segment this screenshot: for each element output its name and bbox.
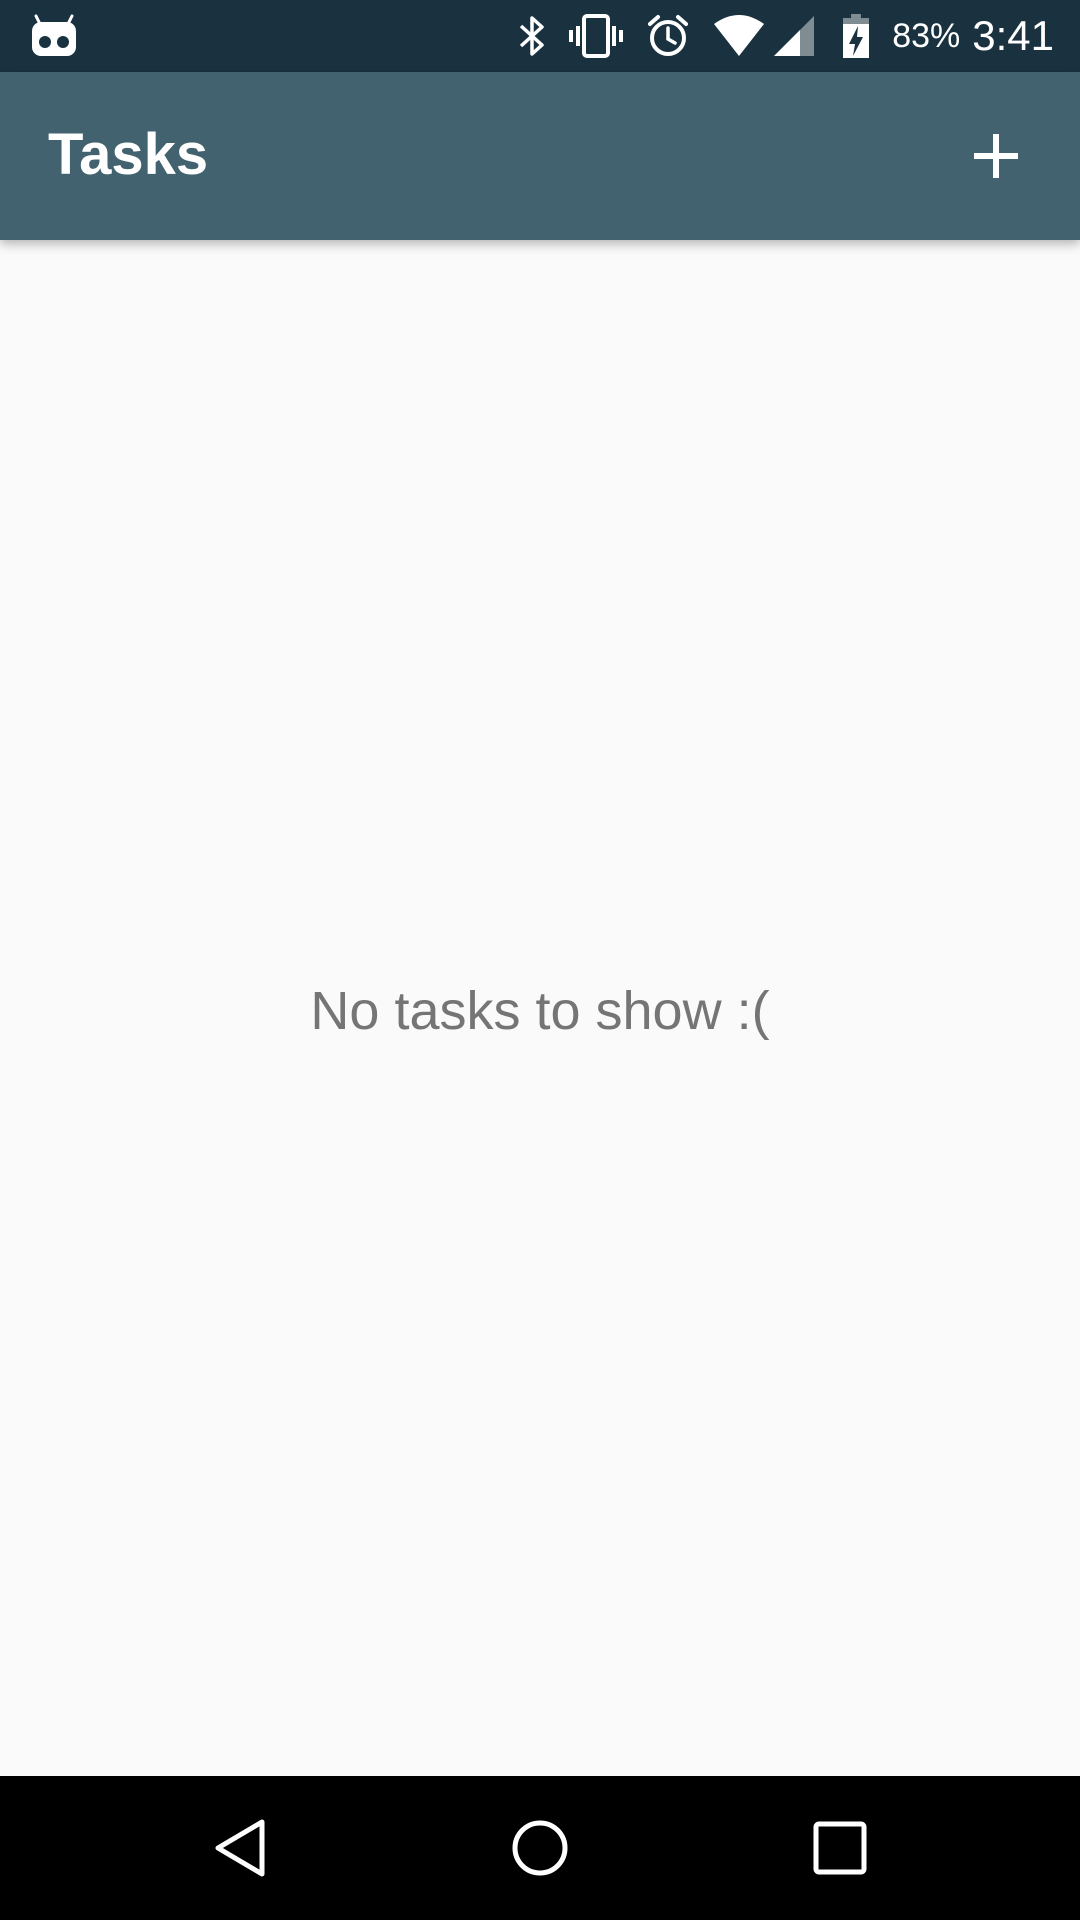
home-button[interactable]	[490, 1798, 590, 1898]
battery-charging-icon	[842, 14, 870, 58]
wifi-icon	[712, 14, 766, 58]
plus-icon	[974, 134, 1018, 178]
home-icon	[512, 1820, 568, 1876]
task-list: No tasks to show :(	[0, 240, 1080, 1776]
alarm-icon	[646, 14, 690, 58]
back-button[interactable]	[190, 1798, 290, 1898]
navigation-bar	[0, 1776, 1080, 1920]
recents-button[interactable]	[790, 1798, 890, 1898]
recents-icon	[813, 1821, 867, 1875]
cell-signal-icon	[772, 14, 816, 58]
page-title: Tasks	[48, 122, 209, 187]
screen: 83% 3:41 Tasks No tasks to show :(	[0, 0, 1080, 1920]
app-bar: Tasks	[0, 72, 1080, 240]
clock: 3:41	[972, 12, 1054, 59]
empty-state-message: No tasks to show :(	[310, 981, 770, 1041]
status-bar: 83% 3:41	[0, 0, 1080, 72]
back-icon	[215, 1819, 265, 1877]
vibrate-icon	[568, 14, 624, 58]
add-task-button[interactable]	[954, 114, 1038, 198]
bluetooth-icon	[518, 14, 546, 58]
battery-percentage: 83%	[892, 16, 961, 55]
status-icons: 83% 3:41	[496, 0, 1054, 72]
cyanogen-bot-icon	[30, 14, 78, 58]
